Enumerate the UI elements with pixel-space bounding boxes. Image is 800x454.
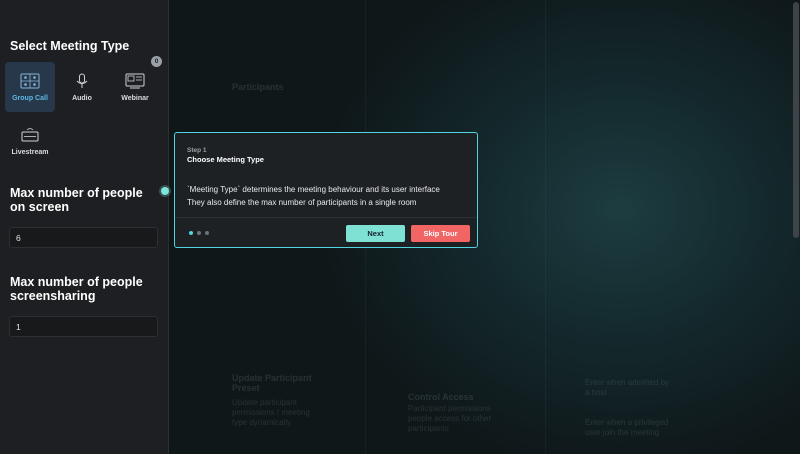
progress-dot [189, 231, 193, 235]
tour-description-line: They also define the max number of parti… [187, 198, 417, 207]
background-item: Update participant permissions / meeting… [232, 398, 310, 427]
meeting-type-group-call[interactable]: Group Call [5, 62, 55, 112]
background-item: Enter when admitted by a host [585, 378, 670, 397]
skip-tour-button[interactable]: Skip Tour [411, 225, 470, 242]
column-divider [545, 0, 546, 454]
tour-footer: Next Skip Tour [175, 217, 477, 247]
max-screensharing-heading: Max number of people screensharing [10, 275, 143, 303]
group-call-icon [20, 73, 40, 88]
background-item: Update Participant Preset [232, 373, 312, 393]
type-label: Audio [72, 94, 92, 102]
max-screensharing-input[interactable]: 1 [9, 316, 158, 337]
tour-popover: Step 1 Choose Meeting Type `Meeting Type… [174, 132, 478, 248]
background-item: Participants [232, 82, 284, 92]
progress-dot [205, 231, 209, 235]
tour-anchor-dot [161, 187, 169, 195]
webinar-icon [125, 73, 145, 88]
meeting-type-webinar[interactable]: Webinar 0 [110, 56, 162, 112]
next-button[interactable]: Next [346, 225, 405, 242]
max-on-screen-input[interactable]: 6 [9, 227, 158, 248]
meeting-type-livestream[interactable]: Livestream [5, 116, 55, 166]
type-label: Group Call [12, 94, 48, 102]
tour-description-line: `Meeting Type` determines the meeting be… [187, 185, 440, 194]
meeting-type-heading: Select Meeting Type [10, 39, 130, 53]
webinar-badge: 0 [151, 56, 162, 67]
max-on-screen-heading: Max number of people on screen [10, 186, 143, 214]
progress-dot [197, 231, 201, 235]
sidebar: Select Meeting Type Group Call Audio Web… [0, 0, 169, 454]
microphone-icon [76, 73, 88, 88]
meeting-type-audio[interactable]: Audio [57, 62, 107, 112]
livestream-icon [21, 127, 39, 141]
type-label: Livestream [11, 148, 49, 156]
background-item: Participant permissions people access fo… [408, 404, 492, 433]
background-item: Control Access [408, 392, 474, 402]
tour-progress-dots [189, 231, 209, 235]
tour-step-label: Step 1 [187, 147, 207, 154]
background-item: Enter when a privileged user join the me… [585, 418, 669, 437]
type-label: Webinar [121, 94, 149, 102]
tour-title: Choose Meeting Type [187, 155, 264, 164]
scrollbar[interactable] [793, 2, 799, 238]
tour-description: `Meeting Type` determines the meeting be… [187, 183, 472, 209]
